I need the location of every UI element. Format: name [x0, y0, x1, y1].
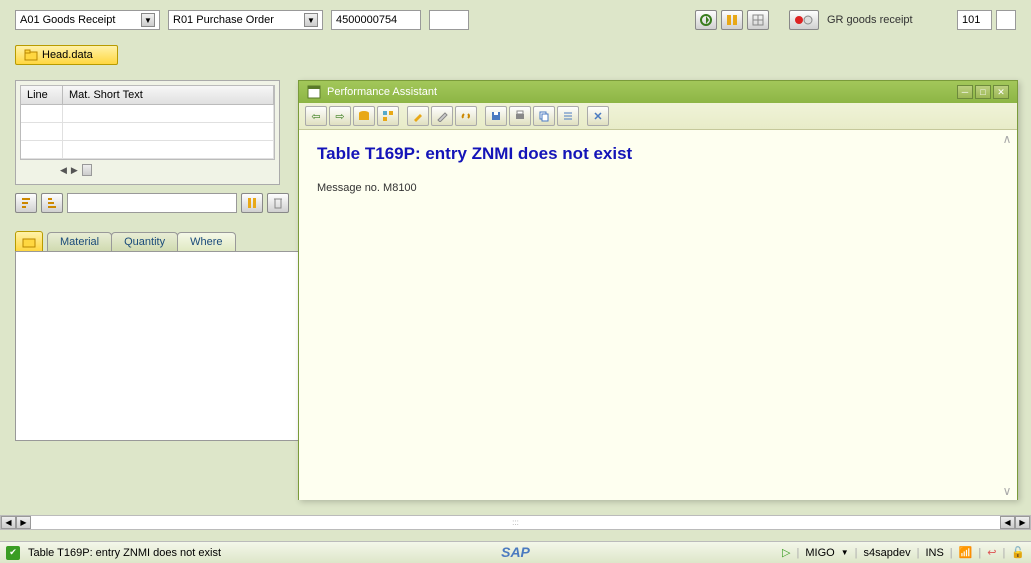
tab-quantity[interactable]: Quantity [111, 232, 178, 251]
status-message: Table T169P: entry ZNMI does not exist [28, 547, 221, 559]
table-body [20, 105, 275, 160]
item-search-input[interactable] [67, 193, 237, 213]
item-table: Line Mat. Short Text ◀ ▶ [15, 80, 280, 185]
table-row[interactable] [21, 105, 274, 123]
dropdown-arrow-icon: ▼ [141, 13, 155, 27]
tcode-dropdown-icon[interactable]: ▼ [841, 548, 849, 557]
status-play-icon[interactable]: ▷ [782, 546, 790, 559]
grid-icon[interactable] [747, 10, 769, 30]
status-tcode: MIGO [805, 547, 834, 559]
maximize-icon[interactable]: □ [975, 85, 991, 99]
traffic-light-icon[interactable] [789, 10, 819, 30]
scroll-right-icon[interactable]: ▶ [71, 165, 78, 176]
movement-type-extra-input[interactable] [996, 10, 1016, 30]
scroll-track[interactable]: ::: [31, 518, 1000, 527]
head-data-label: Head.data [42, 49, 93, 61]
dialog-titlebar[interactable]: Performance Assistant ─ □ ✕ [299, 81, 1017, 103]
status-signal-icon: 📶 [959, 546, 973, 559]
link-icon[interactable] [455, 106, 477, 126]
col-line-header[interactable]: Line [21, 86, 63, 104]
gr-label: GR goods receipt [823, 14, 953, 26]
tab-where[interactable]: Where [177, 232, 235, 251]
dialog-toolbar: ⇦ ⇨ ✕ [299, 103, 1017, 130]
table-header: Line Mat. Short Text [20, 85, 275, 105]
scroll-down-icon[interactable]: ∨ [1003, 484, 1012, 498]
performance-assistant-dialog: Performance Assistant ─ □ ✕ ⇦ ⇨ ✕ Table … [298, 80, 1018, 500]
print-icon[interactable] [509, 106, 531, 126]
table-row[interactable] [21, 141, 274, 159]
action-type-dropdown[interactable]: A01 Goods Receipt ▼ [15, 10, 160, 30]
dialog-message-no: Message no. M8100 [317, 182, 999, 194]
status-ok-icon: ✔ [6, 546, 20, 560]
stop-icon[interactable]: ✕ [587, 106, 609, 126]
movement-type-input[interactable] [957, 10, 992, 30]
detail-folder-icon[interactable] [15, 231, 43, 251]
status-system: s4sapdev [864, 547, 911, 559]
table-row[interactable] [21, 123, 274, 141]
scroll-thumb[interactable] [82, 164, 92, 176]
close-icon[interactable]: ✕ [993, 85, 1009, 99]
status-mode: INS [925, 547, 943, 559]
nav-forward-icon[interactable]: ⇨ [329, 106, 351, 126]
find-icon[interactable] [721, 10, 743, 30]
tab-material[interactable]: Material [47, 232, 112, 251]
dialog-body: Table T169P: entry ZNMI does not exist M… [299, 130, 1017, 500]
scroll-left-icon[interactable]: ◀ [1, 516, 16, 529]
tab-material-label: Material [60, 236, 99, 248]
pencil-icon[interactable] [431, 106, 453, 126]
tree-icon[interactable] [377, 106, 399, 126]
action-type-value: A01 Goods Receipt [20, 14, 115, 26]
scroll-left-icon[interactable]: ◀ [60, 165, 67, 176]
status-bar: ✔ Table T169P: entry ZNMI does not exist… [0, 541, 1031, 563]
dialog-title-text: Performance Assistant [327, 86, 437, 98]
minimize-icon[interactable]: ─ [957, 85, 973, 99]
scroll-up-icon[interactable]: ∧ [1003, 132, 1012, 146]
nav-back-icon[interactable]: ⇦ [305, 106, 327, 126]
copy-icon[interactable] [533, 106, 555, 126]
scroll-right-icon[interactable]: ◀ [1000, 516, 1015, 529]
tab-where-label: Where [190, 236, 222, 248]
sort-asc-icon[interactable] [15, 193, 37, 213]
dialog-heading: Table T169P: entry ZNMI does not exist [317, 144, 999, 164]
ref-doc-value: R01 Purchase Order [173, 14, 274, 26]
sort-desc-icon[interactable] [41, 193, 63, 213]
delete-icon[interactable] [267, 193, 289, 213]
folder-icon [24, 48, 38, 62]
head-data-button[interactable]: Head.data [15, 45, 118, 65]
dialog-icon [307, 85, 321, 99]
ref-doc-dropdown[interactable]: R01 Purchase Order ▼ [168, 10, 323, 30]
save-icon[interactable] [485, 106, 507, 126]
scroll-right-icon[interactable]: ▶ [1015, 516, 1030, 529]
sap-logo: SAP [501, 544, 530, 560]
top-toolbar: A01 Goods Receipt ▼ R01 Purchase Order ▼… [15, 10, 1016, 30]
col-material-header[interactable]: Mat. Short Text [63, 86, 274, 104]
search-icon[interactable] [241, 193, 263, 213]
dialog-scrollbar[interactable]: ∧ ∨ [999, 132, 1015, 498]
table-scroll: ◀ ▶ [20, 160, 275, 180]
status-lock-icon[interactable]: 🔓 [1011, 546, 1025, 559]
status-exit-icon[interactable]: ↩ [987, 546, 996, 559]
edit-icon[interactable] [407, 106, 429, 126]
document-number-input[interactable] [331, 10, 421, 30]
scroll-left-icon[interactable]: ▶ [16, 516, 31, 529]
execute-icon[interactable] [695, 10, 717, 30]
list-icon[interactable] [557, 106, 579, 126]
db-icon[interactable] [353, 106, 375, 126]
document-item-input[interactable] [429, 10, 469, 30]
dropdown-arrow-icon: ▼ [304, 13, 318, 27]
tab-quantity-label: Quantity [124, 236, 165, 248]
horizontal-scrollbar[interactable]: ◀ ▶ ::: ◀ ▶ [0, 515, 1031, 530]
